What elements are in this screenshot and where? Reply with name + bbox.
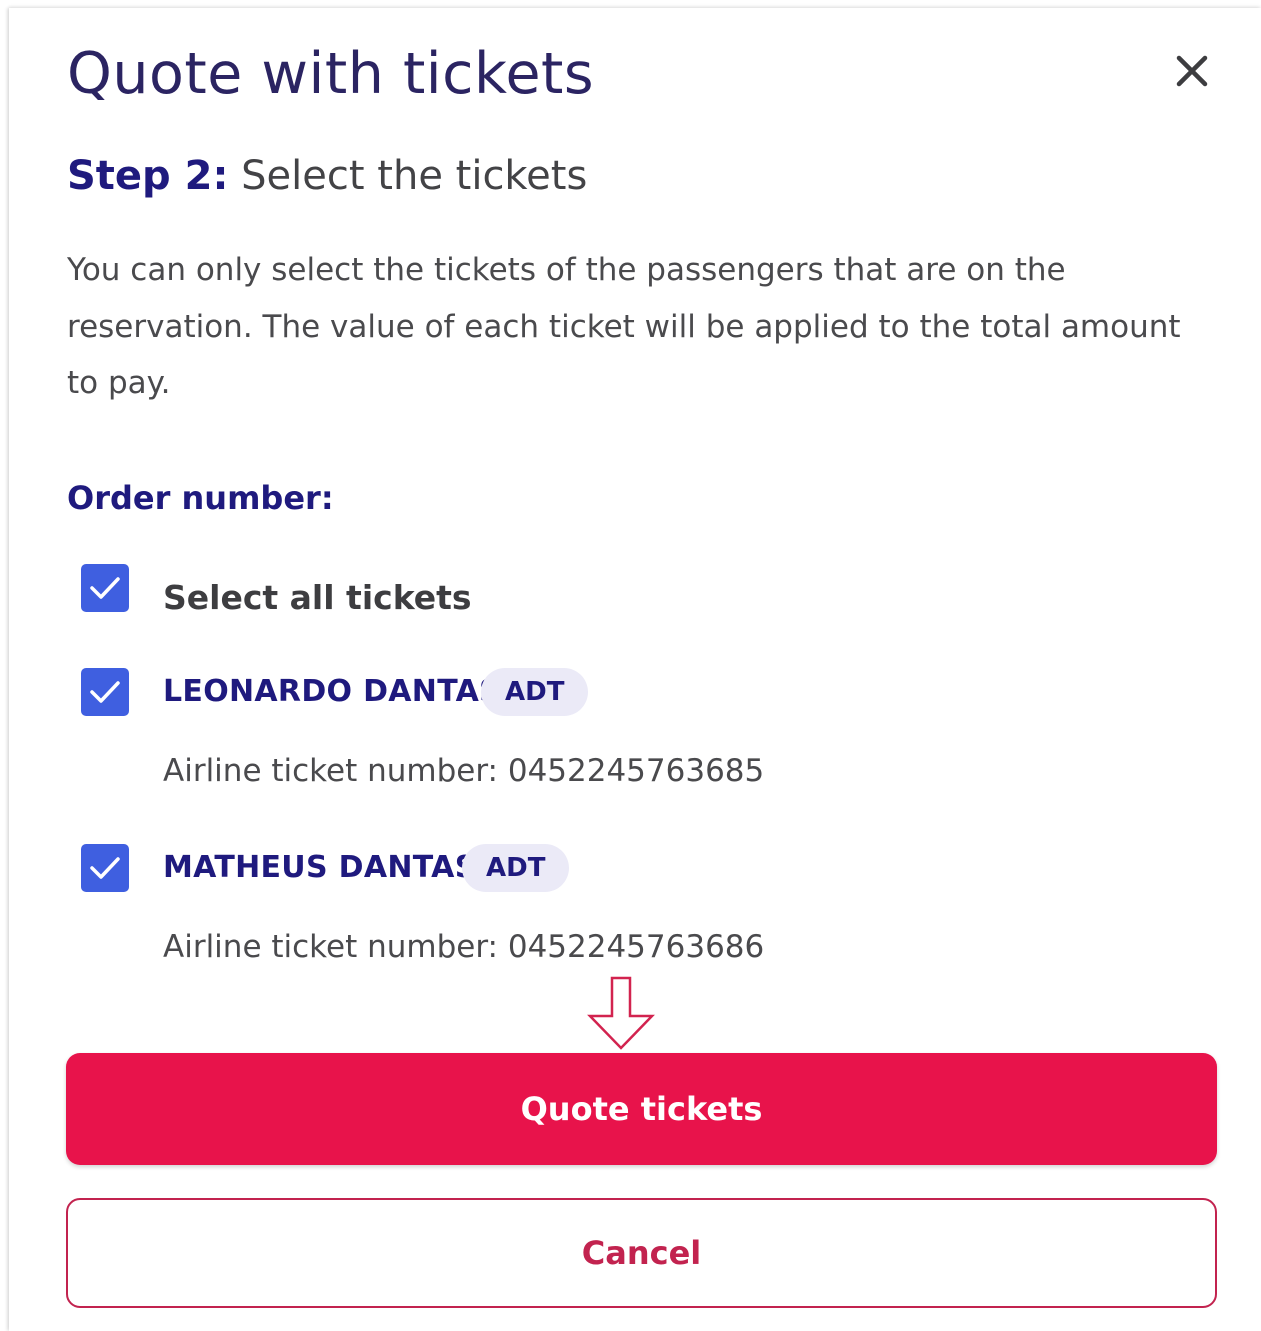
order-number-label: Order number: xyxy=(67,479,334,517)
checkmark-icon xyxy=(90,857,120,879)
quote-modal: Quote with tickets Step 2: Select the ti… xyxy=(9,8,1261,1331)
close-button[interactable] xyxy=(1169,48,1215,94)
modal-title: Quote with tickets xyxy=(67,41,595,107)
quote-tickets-button[interactable]: Quote tickets xyxy=(66,1053,1217,1165)
passenger-checkbox[interactable] xyxy=(81,668,129,716)
cancel-button[interactable]: Cancel xyxy=(66,1198,1217,1308)
step-heading: Step 2: Select the tickets xyxy=(67,148,587,204)
ticket-number: Airline ticket number: 0452245763686 xyxy=(163,929,765,965)
ticket-number: Airline ticket number: 0452245763685 xyxy=(163,753,765,789)
passenger-checkbox[interactable] xyxy=(81,844,129,892)
select-all-checkbox[interactable] xyxy=(81,564,129,612)
passenger-type-badge: ADT xyxy=(481,668,589,716)
step-text: Select the tickets xyxy=(228,153,588,199)
checkmark-icon xyxy=(90,577,120,599)
passenger-name[interactable]: LEONARDO DANTAS xyxy=(163,668,501,716)
select-all-label[interactable]: Select all tickets xyxy=(163,574,472,622)
passenger-type-badge: ADT xyxy=(462,844,570,892)
checkmark-icon xyxy=(90,681,120,703)
arrow-down-icon xyxy=(587,976,655,1050)
step-number: Step 2: xyxy=(67,153,229,199)
passenger-name[interactable]: MATHEUS DANTAS xyxy=(163,844,477,892)
instructions-text: You can only select the tickets of the p… xyxy=(67,252,1181,401)
close-icon xyxy=(1176,55,1208,87)
